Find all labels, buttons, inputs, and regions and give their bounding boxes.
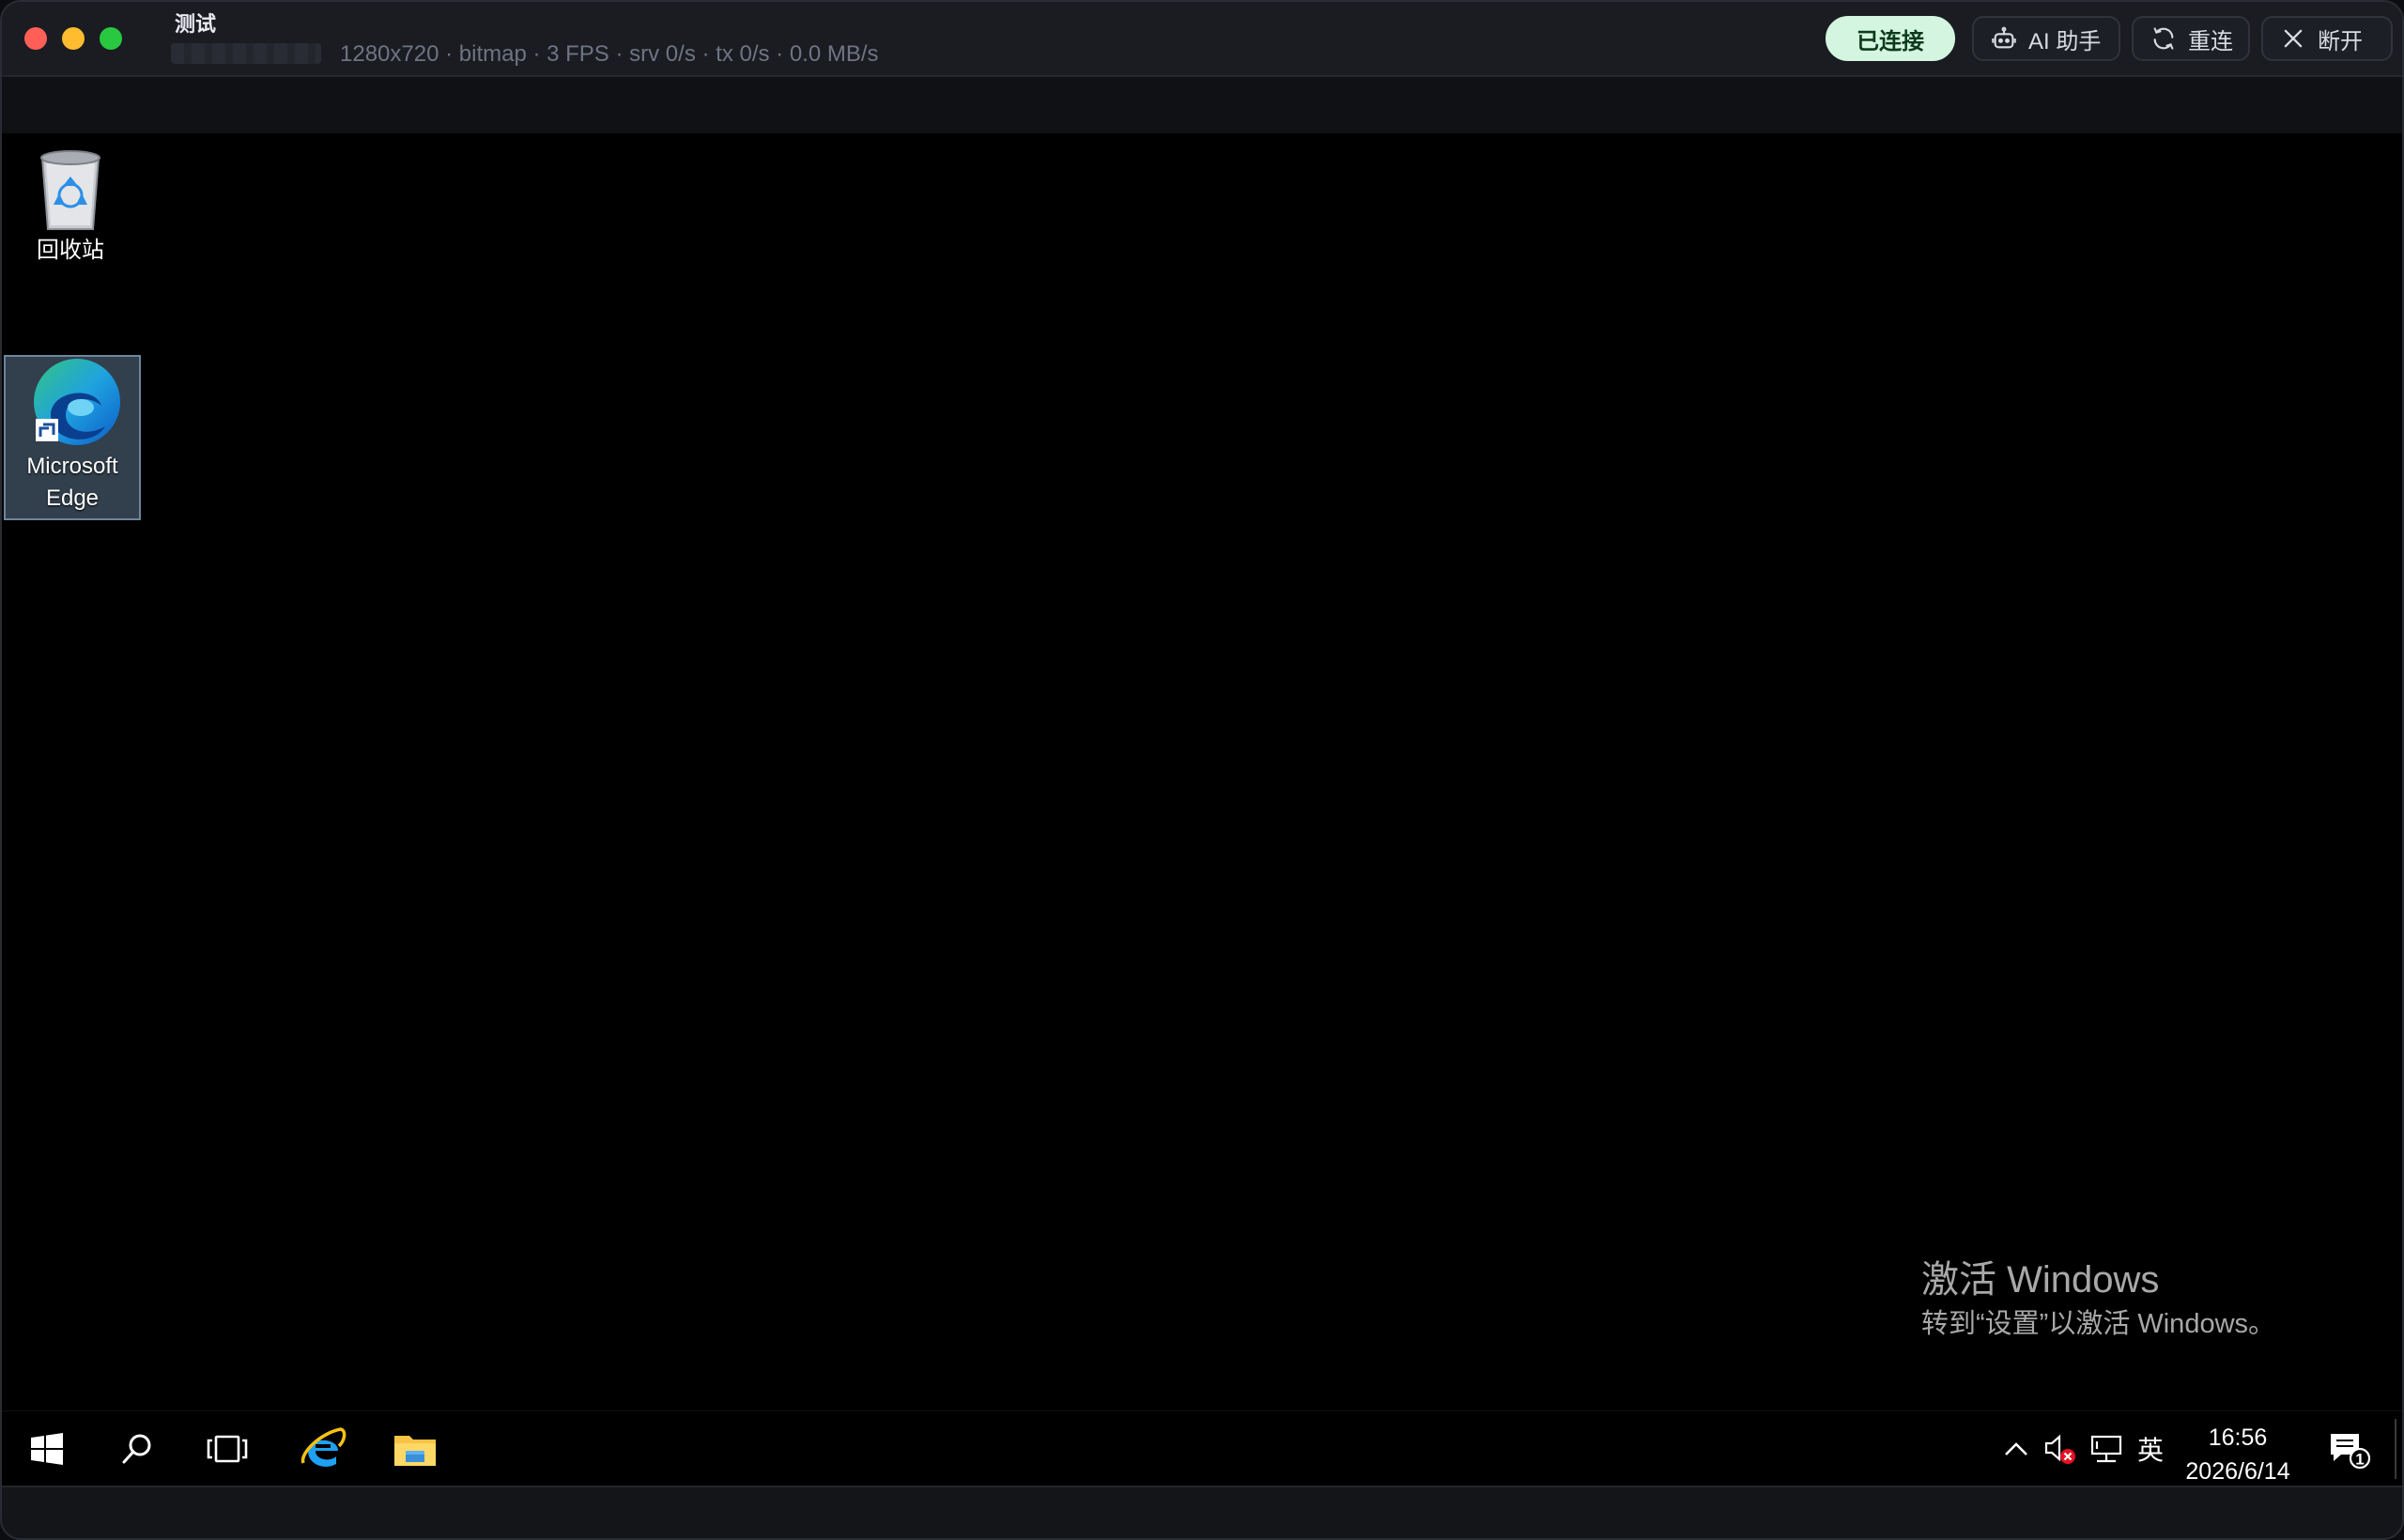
taskbar-internet-explorer[interactable] <box>278 1411 368 1486</box>
windows-start-icon <box>31 1433 63 1465</box>
ai-assistant-label: AI 助手 <box>2028 28 2102 54</box>
connection-host-redacted <box>171 43 321 64</box>
reconnect-button[interactable]: 重连 <box>2132 16 2250 61</box>
connection-stats: 1280x720 · bitmap · 3 FPS · srv 0/s · tx… <box>340 41 879 67</box>
robot-icon <box>1992 26 2016 49</box>
search-icon <box>122 1434 151 1464</box>
task-view-icon <box>207 1435 248 1463</box>
volume-button[interactable] <box>2040 1411 2081 1486</box>
connection-title: 测试 <box>175 12 217 36</box>
notification-icon: 1 <box>2331 1434 2371 1470</box>
remote-desktop-window: 测试 1280x720 · bitmap · 3 FPS · srv 0/s ·… <box>0 0 2404 1540</box>
network-button[interactable] <box>2085 1411 2128 1486</box>
show-hidden-icons-button[interactable] <box>1998 1411 2034 1486</box>
reconnect-label: 重连 <box>2188 28 2233 54</box>
recycle-bin-icon <box>40 150 100 230</box>
title-bar: 测试 1280x720 · bitmap · 3 FPS · srv 0/s ·… <box>2 2 2402 77</box>
desktop-icon-recycle-bin[interactable]: 回收站 <box>2 145 139 295</box>
internet-explorer-icon <box>300 1427 347 1467</box>
bottom-status-bar <box>2 1486 2402 1538</box>
disconnect-button[interactable]: 断开 <box>2261 16 2393 61</box>
chevron-up-icon <box>2005 1442 2027 1455</box>
activate-windows-watermark: 激活 Windows 转到“设置”以激活 Windows。 <box>1921 1256 2275 1343</box>
watermark-title: 激活 Windows <box>1921 1259 2160 1301</box>
connected-status-badge: 已连接 <box>1826 16 1955 61</box>
desktop-icon-microsoft-edge[interactable]: Microsoft Edge <box>4 355 141 520</box>
watermark-subtitle: 转到“设置”以激活 Windows。 <box>1921 1309 2276 1339</box>
network-icon <box>2090 1435 2122 1463</box>
input-method-indicator[interactable]: 英 <box>2130 1411 2171 1486</box>
refresh-icon <box>2153 27 2174 50</box>
ai-assistant-button[interactable]: AI 助手 <box>1972 16 2120 61</box>
show-desktop-button[interactable] <box>2395 1419 2396 1479</box>
windows-taskbar: 英 16:56 2026/6/14 1 <box>2 1410 2402 1488</box>
start-button[interactable] <box>2 1411 92 1486</box>
taskbar-clock[interactable]: 16:56 2026/6/14 <box>2177 1421 2299 1488</box>
search-button[interactable] <box>92 1411 182 1486</box>
notification-count: 1 <box>2355 1451 2364 1469</box>
edge-icon <box>34 359 120 445</box>
taskbar-file-explorer[interactable] <box>370 1411 460 1486</box>
desktop-icon-label: 回收站 <box>37 238 104 263</box>
remote-desktop-canvas[interactable]: 回收站 Microsoft Edge 激活 Windows 转到“设置”以激活 … <box>2 133 2402 1488</box>
toolbar-spacer <box>2 77 2402 133</box>
clock-date: 2026/6/14 <box>2185 1458 2290 1485</box>
close-window-button[interactable] <box>24 27 47 50</box>
action-center-button[interactable]: 1 <box>2321 1411 2378 1486</box>
task-view-button[interactable] <box>182 1411 272 1486</box>
close-icon <box>2284 29 2303 48</box>
clock-time: 16:56 <box>2208 1424 2268 1451</box>
minimize-window-button[interactable] <box>62 27 85 50</box>
file-explorer-icon <box>394 1436 436 1466</box>
desktop-icon-label: Microsoft Edge <box>26 454 118 511</box>
maximize-window-button[interactable] <box>100 27 122 50</box>
disconnect-label: 断开 <box>2318 28 2363 54</box>
connected-status-label: 已连接 <box>1857 28 1924 54</box>
volume-muted-icon <box>2044 1434 2075 1464</box>
